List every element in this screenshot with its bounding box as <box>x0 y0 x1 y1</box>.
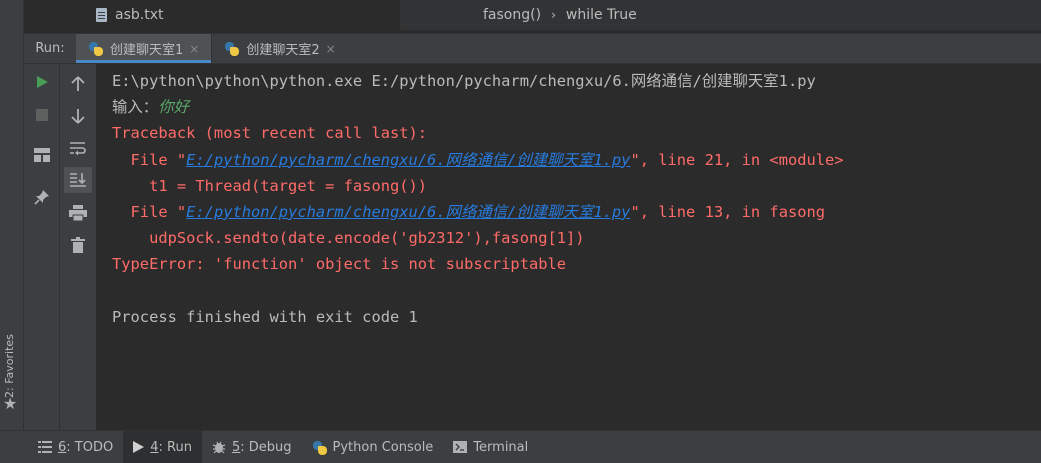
python-console-tool-button[interactable]: Python Console <box>302 431 444 463</box>
python-icon <box>224 41 240 57</box>
run-label: Run: <box>35 41 65 56</box>
run-tab-label: 创建聊天室1 <box>110 43 184 58</box>
console-output[interactable]: E:\python\python\python.exe E:/python/py… <box>97 64 1041 430</box>
pin-icon <box>34 190 49 205</box>
todo-label: 6: TODO <box>58 439 114 455</box>
traceback-frame-1: File "E:/python/pycharm/chengxu/6.网络通信/创… <box>112 147 1041 173</box>
python-icon <box>88 41 104 57</box>
run-label: 4: Run <box>150 439 192 455</box>
frame-prefix: File " <box>112 150 187 169</box>
pin-tab-button[interactable] <box>28 184 56 210</box>
terminal-label: Terminal <box>473 439 529 455</box>
frame-suffix: ", line 13, in fasong <box>630 202 826 221</box>
run-tab-label: 创建聊天室2 <box>246 43 320 58</box>
stop-icon <box>36 109 48 121</box>
terminal-tool-button[interactable]: Terminal <box>443 431 538 463</box>
print-button[interactable] <box>64 200 92 226</box>
debug-label: 5: Debug <box>231 439 292 455</box>
input-line: 输入：你好 <box>112 94 1041 120</box>
run-tab-chatroom1[interactable]: 创建聊天室1 × <box>76 34 212 63</box>
soft-wrap-icon <box>70 142 86 155</box>
favorites-strip: 2: Favorites ★ <box>0 0 24 430</box>
frame-suffix: ", line 21, in <module> <box>630 150 844 169</box>
error-message: TypeError: 'function' object is not subs… <box>112 255 567 274</box>
input-value: 你好 <box>158 98 189 117</box>
breadcrumb: fasong() › while True <box>400 0 1041 30</box>
chevron-right-icon: › <box>551 8 556 22</box>
debug-tool-button[interactable]: 5: Debug <box>202 431 302 463</box>
rerun-button[interactable] <box>28 69 56 95</box>
traceback-code-1: t1 = Thread(target = fasong()) <box>112 176 428 195</box>
run-tab-bar: Run: 创建聊天室1 × 创建聊天室2 × <box>24 34 1041 64</box>
traceback-frame-2: File "E:/python/pycharm/chengxu/6.网络通信/创… <box>112 199 1041 225</box>
layout-button[interactable] <box>28 142 56 168</box>
input-prompt: 输入： <box>112 98 159 117</box>
traceback-code-2: udpSock.sendto(date.encode('gb2312'),fas… <box>112 229 585 248</box>
text-file-icon <box>96 8 107 22</box>
breadcrumb-item-loop[interactable]: while True <box>566 7 637 23</box>
trash-icon <box>71 237 85 253</box>
scroll-to-end-icon <box>70 173 86 187</box>
play-icon <box>133 441 145 453</box>
todo-tool-button[interactable]: 6: TODO <box>28 431 123 463</box>
clear-all-button[interactable] <box>64 232 92 258</box>
list-icon <box>38 441 52 453</box>
editor-header: asb.txt fasong() › while True <box>24 0 1041 34</box>
command-line: E:\python\python\python.exe E:/python/py… <box>112 72 816 90</box>
next-occurrence-button[interactable] <box>64 103 92 129</box>
previous-occurrence-button[interactable] <box>64 71 92 97</box>
file-tab-label: asb.txt <box>115 7 164 23</box>
python-icon <box>312 440 327 455</box>
frame-1-file-link[interactable]: E:/python/pycharm/chengxu/6.网络通信/创建聊天室1.… <box>186 151 630 169</box>
run-tool-button[interactable]: 4: Run <box>123 430 202 463</box>
breadcrumb-item-function[interactable]: fasong() <box>483 7 541 23</box>
close-icon[interactable]: × <box>189 42 199 56</box>
run-toolbar-primary <box>24 64 60 430</box>
print-icon <box>69 205 87 221</box>
star-icon[interactable]: ★ <box>3 396 17 412</box>
terminal-icon <box>453 441 468 453</box>
run-icon <box>37 76 48 88</box>
scroll-to-end-button[interactable] <box>64 167 92 193</box>
up-arrow-icon <box>71 76 85 91</box>
stop-button[interactable] <box>28 102 56 128</box>
run-toolbar-secondary <box>60 64 97 430</box>
process-finished: Process finished with exit code 1 <box>112 307 418 326</box>
favorites-tab[interactable]: 2: Favorites <box>3 318 19 398</box>
frame-2-file-link[interactable]: E:/python/pycharm/chengxu/6.网络通信/创建聊天室1.… <box>186 203 630 221</box>
soft-wrap-button[interactable] <box>64 135 92 161</box>
down-arrow-icon <box>71 109 85 124</box>
layout-icon <box>34 148 50 162</box>
file-tab-asb[interactable]: asb.txt <box>96 0 163 30</box>
traceback-header: Traceback (most recent call last): <box>112 124 428 143</box>
tool-window-bar: 6: TODO 4: Run 5: Debug Python Console T… <box>0 430 1041 463</box>
close-icon[interactable]: × <box>326 42 336 56</box>
run-tab-chatroom2[interactable]: 创建聊天室2 × <box>211 34 347 63</box>
frame-prefix: File " <box>112 202 187 221</box>
bug-icon <box>212 441 226 454</box>
python-console-label: Python Console <box>332 439 434 455</box>
